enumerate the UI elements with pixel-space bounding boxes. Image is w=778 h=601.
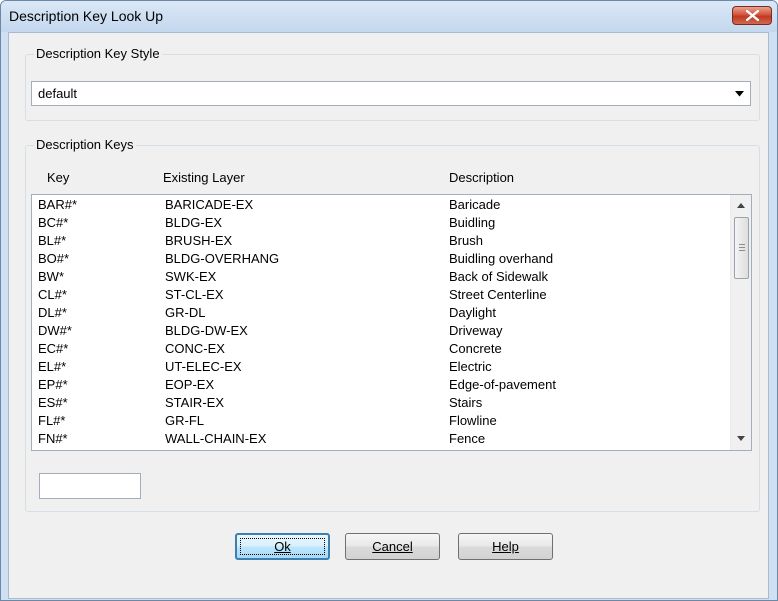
description-cell: Edge-of-pavement: [449, 377, 556, 392]
table-row[interactable]: EC#* CONC-EX Concrete: [32, 340, 729, 358]
selected-style-value: default: [38, 86, 78, 101]
column-header-existing-layer[interactable]: Existing Layer: [163, 170, 245, 185]
description-cell: Fence: [449, 431, 486, 446]
key-cell: EL#*: [38, 359, 67, 374]
column-header-description[interactable]: Description: [449, 170, 514, 185]
description-cell: Driveway: [449, 323, 503, 338]
layer-cell: BARICADE-EX: [165, 197, 254, 212]
key-filter-input[interactable]: [39, 473, 141, 499]
grip-line: [739, 250, 745, 251]
description-cell: Buidling overhand: [449, 251, 554, 266]
table-row[interactable]: FN#* WALL-CHAIN-EX Fence: [32, 430, 729, 448]
key-cell: ES#*: [38, 395, 68, 410]
layer-cell: GR-DL: [165, 305, 206, 320]
layer-cell: BLDG-EX: [165, 215, 223, 230]
layer-cell: WALL-CHAIN-EX: [165, 431, 267, 446]
description-cell: Back of Sidewalk: [449, 269, 548, 284]
cancel-button[interactable]: Cancel: [345, 533, 440, 560]
description-cell: Electric: [449, 359, 492, 374]
key-cell: EC#*: [38, 341, 69, 356]
scroll-up-icon[interactable]: [737, 203, 745, 208]
description-cell: Buidling: [449, 215, 496, 230]
window-title: Description Key Look Up: [9, 8, 164, 24]
key-cell: EP#*: [38, 377, 68, 392]
grip-line: [739, 247, 745, 248]
key-cell: BAR#*: [38, 197, 78, 212]
description-keys-label: Description Keys: [34, 137, 136, 152]
description-cell: Flowline: [449, 413, 497, 428]
description-cell: Brush: [449, 233, 483, 248]
description-cell: Concrete: [449, 341, 502, 356]
description-keys-list[interactable]: BAR#* BARICADE-EX Baricade BC#* BLDG-EX …: [31, 194, 752, 451]
key-cell: BW*: [38, 269, 64, 284]
description-cell: Stairs: [449, 395, 483, 410]
table-row[interactable]: BC#* BLDG-EX Buidling: [32, 214, 729, 232]
close-button[interactable]: [732, 6, 772, 25]
description-key-style-label: Description Key Style: [34, 46, 162, 61]
focus-rectangle: [240, 538, 325, 555]
layer-cell: EOP-EX: [165, 377, 215, 392]
grip-line: [739, 244, 745, 245]
table-row[interactable]: BW* SWK-EX Back of Sidewalk: [32, 268, 729, 286]
column-header-key[interactable]: Key: [47, 170, 69, 185]
scroll-down-icon[interactable]: [737, 436, 745, 441]
ok-button[interactable]: Ok: [235, 533, 330, 560]
description-key-style-select[interactable]: default: [31, 81, 751, 106]
layer-cell: ST-CL-EX: [165, 287, 224, 302]
table-row[interactable]: FL#* GR-FL Flowline: [32, 412, 729, 430]
table-row[interactable]: ES#* STAIR-EX Stairs: [32, 394, 729, 412]
table-row[interactable]: BL#* BRUSH-EX Brush: [32, 232, 729, 250]
table-row[interactable]: DL#* GR-DL Daylight: [32, 304, 729, 322]
chevron-down-icon: [735, 91, 744, 97]
help-button[interactable]: Help: [458, 533, 553, 560]
close-icon: [746, 10, 759, 21]
title-bar[interactable]: Description Key Look Up: [1, 1, 777, 32]
description-cell: Baricade: [449, 197, 501, 212]
layer-cell: UT-ELEC-EX: [165, 359, 242, 374]
key-cell: BC#*: [38, 215, 69, 230]
key-cell: BL#*: [38, 233, 67, 248]
table-row[interactable]: CL#* ST-CL-EX Street Centerline: [32, 286, 729, 304]
description-cell: Street Centerline: [449, 287, 547, 302]
table-row[interactable]: EP#* EOP-EX Edge-of-pavement: [32, 376, 729, 394]
key-cell: FL#*: [38, 413, 66, 428]
description-cell: Daylight: [449, 305, 496, 320]
help-button-label: Help: [492, 539, 519, 554]
table-row[interactable]: BO#* BLDG-OVERHANG Buidling overhand: [32, 250, 729, 268]
key-cell: DW#*: [38, 323, 72, 338]
layer-cell: BLDG-OVERHANG: [165, 251, 280, 266]
key-cell: CL#*: [38, 287, 67, 302]
table-row[interactable]: EL#* UT-ELEC-EX Electric: [32, 358, 729, 376]
key-cell: FN#*: [38, 431, 68, 446]
scrollbar-thumb[interactable]: [734, 217, 749, 279]
key-cell: BO#*: [38, 251, 70, 266]
layer-cell: CONC-EX: [165, 341, 225, 356]
cancel-button-label: Cancel: [372, 539, 413, 554]
vertical-scrollbar[interactable]: [730, 195, 751, 450]
layer-cell: SWK-EX: [165, 269, 217, 284]
key-cell: DL#*: [38, 305, 67, 320]
layer-cell: STAIR-EX: [165, 395, 224, 410]
layer-cell: BLDG-DW-EX: [165, 323, 248, 338]
table-row[interactable]: BAR#* BARICADE-EX Baricade: [32, 196, 729, 214]
layer-cell: BRUSH-EX: [165, 233, 233, 248]
layer-cell: GR-FL: [165, 413, 204, 428]
table-row[interactable]: DW#* BLDG-DW-EX Driveway: [32, 322, 729, 340]
